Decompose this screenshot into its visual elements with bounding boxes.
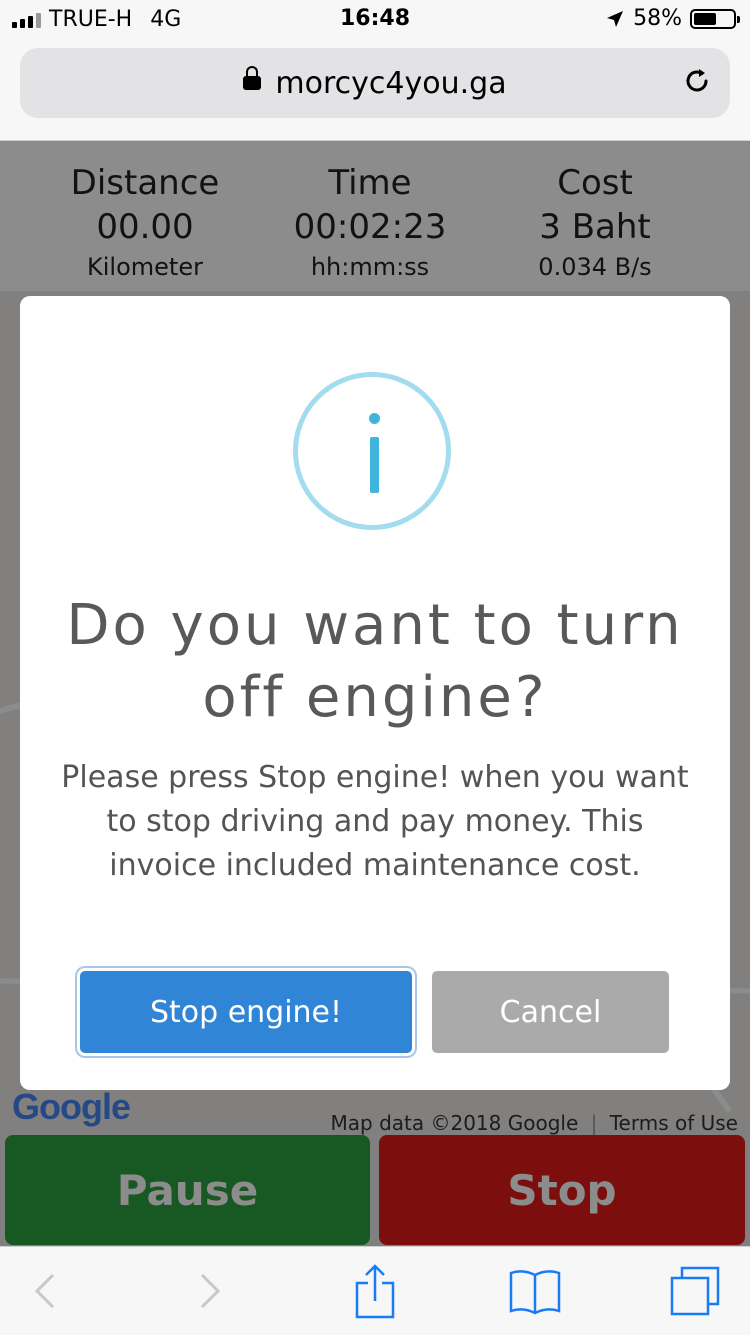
bookmarks-icon [509, 1270, 561, 1315]
browser-header: morcyc4you.ga [0, 40, 750, 141]
tabs-button[interactable] [660, 1247, 730, 1335]
share-icon [355, 1264, 395, 1319]
stop-engine-button[interactable]: Stop engine! [80, 971, 412, 1053]
back-icon [34, 1273, 55, 1309]
back-button[interactable] [10, 1247, 80, 1335]
dialog-message: Please press Stop engine! when you want … [61, 760, 689, 883]
battery-icon [690, 8, 740, 29]
reload-icon[interactable] [682, 66, 712, 96]
browser-toolbar [0, 1246, 750, 1335]
forward-icon [200, 1273, 221, 1309]
location-arrow-icon [607, 10, 624, 27]
tabs-icon [670, 1266, 720, 1316]
lock-icon [243, 65, 262, 90]
info-icon [293, 372, 451, 530]
share-button[interactable] [340, 1247, 410, 1335]
cancel-button[interactable]: Cancel [432, 971, 669, 1053]
bookmarks-button[interactable] [500, 1247, 570, 1335]
forward-button[interactable] [175, 1247, 245, 1335]
confirm-dialog: Do you want to turn off engine? Please p… [20, 296, 730, 1090]
status-bar: TRUE-H 4G 16:48 58% [0, 0, 750, 40]
dialog-title: Do you want to turn off engine? [66, 593, 684, 730]
url-text: morcyc4you.ga [275, 66, 507, 101]
address-bar[interactable]: morcyc4you.ga [20, 48, 730, 118]
status-right: 58% [605, 6, 740, 31]
url-display[interactable]: morcyc4you.ga [20, 65, 730, 101]
battery-percent: 58% [633, 6, 682, 31]
